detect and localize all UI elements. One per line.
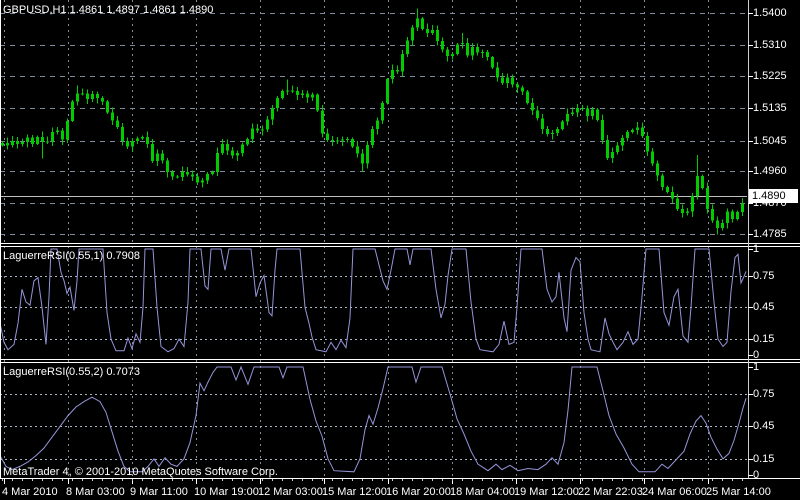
grid-lines [0, 0, 747, 478]
price-axis-label: 1.5225 [753, 70, 787, 82]
indicator2-axis-label: 0.15 [753, 453, 775, 465]
time-axis-label: 24 Mar 06:00 [642, 486, 707, 498]
time-axis-label: 19 Mar 12:00 [514, 486, 579, 498]
laguerre-rsi-1-line [0, 248, 747, 353]
symbol-ohlc-label: GBPUSD,H1 1.4861 1.4897 1.4861 1.4890 [3, 4, 214, 16]
price-axis-label: 1.5310 [753, 39, 787, 51]
time-axis-label: 8 Mar 03:00 [66, 486, 125, 498]
price-axis-label: 1.5400 [753, 7, 787, 19]
price-axis-label: 1.5135 [753, 102, 787, 114]
time-axis-label: 16 Mar 20:00 [386, 486, 451, 498]
price-axis-label: 1.5045 [753, 135, 787, 147]
candlesticks [1, 8, 744, 235]
indicator2-label: LaguerreRSI(0.55,2) 0.7073 [3, 366, 140, 378]
time-axis-label: 9 Mar 11:00 [130, 486, 188, 498]
time-axis[interactable]: 4 Mar 2010 8 Mar 03:00 9 Mar 11:00 10 Mar 1… [0, 478, 800, 500]
price-axis-label: 1.4785 [753, 228, 787, 240]
axis-tick-marks [2, 13, 753, 484]
indicator1-axis-label: 0.75 [753, 270, 775, 282]
indicator2-axis-label: 0.45 [753, 420, 775, 432]
panel-separators [0, 0, 800, 479]
indicator1-axis-label: 0.15 [753, 333, 775, 345]
indicator1-axis-label: 1 [753, 243, 760, 255]
current-price-label: 1.4890 [749, 189, 798, 203]
indicator1-axis-label: 0 [753, 349, 760, 361]
time-axis-label: 18 Mar 04:00 [450, 486, 515, 498]
price-axis[interactable]: 1.4890 1.5400 1.5310 1.5225 1.5135 1.5045 1.4… [748, 0, 800, 481]
indicator2-axis-label: 0.75 [753, 388, 775, 400]
time-axis-label: 10 Mar 19:00 [194, 486, 259, 498]
price-axis-label: 1.4960 [753, 165, 787, 177]
indicator1-axis-label: 0.45 [753, 301, 775, 313]
indicator1-label: LaguerreRSI(0.55,1) 0.7908 [3, 250, 140, 262]
laguerre-rsi-2-line [0, 365, 747, 473]
time-axis-label: 4 Mar 2010 [2, 486, 58, 498]
time-axis-label: 25 Mar 14:00 [706, 486, 771, 498]
time-axis-label: 22 Mar 22:03 [578, 486, 643, 498]
time-axis-label: 12 Mar 03:00 [258, 486, 323, 498]
indicator2-axis-label: 1 [753, 361, 760, 373]
mt4-chart-window: GBPUSD,H1 1.4861 1.4897 1.4861 1.4890 La… [0, 0, 800, 500]
time-axis-label: 15 Mar 12:00 [322, 486, 387, 498]
